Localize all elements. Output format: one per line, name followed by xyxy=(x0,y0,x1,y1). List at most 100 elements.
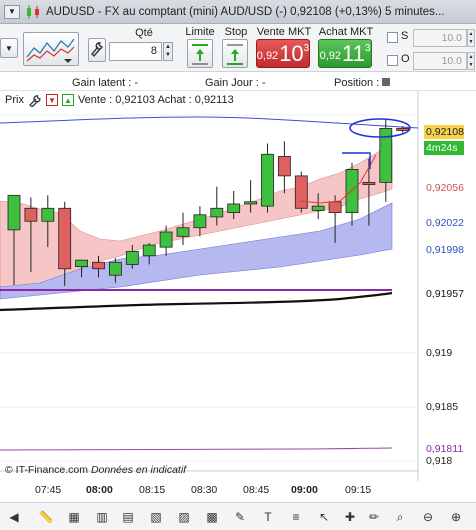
y-tick-1: 0,9185 xyxy=(426,401,459,413)
candle-body[interactable] xyxy=(176,227,190,237)
candle-body[interactable] xyxy=(92,261,105,270)
window-menu-button[interactable]: ▼ xyxy=(4,4,20,19)
draw-tool-icon[interactable]: ✎ xyxy=(232,509,248,525)
title-bar: ▼ AUDUSD - FX au comptant (mini) AUD/USD… xyxy=(0,0,476,24)
area-style-icon[interactable]: ▨ xyxy=(176,509,192,525)
toolbar-dropdown-button[interactable]: ▼ xyxy=(0,38,18,58)
candle-body[interactable] xyxy=(396,127,410,131)
wrench-icon xyxy=(91,42,103,58)
current-price-label: 0,92108 xyxy=(424,125,464,139)
brand-text: © IT-Finance.com xyxy=(5,464,89,476)
candle-body[interactable] xyxy=(125,251,139,265)
position: Position : 0 xyxy=(334,77,388,89)
qty-label: Qté xyxy=(135,27,153,39)
limit-order-icon xyxy=(192,44,208,65)
buy-price-pips: 11 xyxy=(342,41,365,66)
gain-latent: Gain latent : - xyxy=(72,77,139,89)
sell-market-button[interactable]: 0,92 10 3 xyxy=(256,39,310,68)
y-tick-2: 0,918 xyxy=(426,455,453,467)
limit-order-button[interactable] xyxy=(187,39,213,68)
lower-envelope-price: 0,91811 xyxy=(426,443,464,455)
cursor-icon[interactable]: ↖ xyxy=(316,509,332,525)
ruler-icon[interactable]: 📏 xyxy=(38,509,54,525)
pencil-icon[interactable]: ✏ xyxy=(366,509,382,525)
x-tick-1: 08:00 xyxy=(86,484,113,496)
candle-body[interactable] xyxy=(7,194,21,231)
candle-body[interactable] xyxy=(345,169,359,214)
candle-style-icon[interactable]: ▥ xyxy=(94,509,110,525)
position-indicator-icon xyxy=(382,78,390,86)
stop-order-icon xyxy=(227,44,243,65)
buy-price-prefix: 0,92 xyxy=(319,50,341,62)
buy-market-button[interactable]: 0,92 11 3 xyxy=(318,39,372,68)
candle-body[interactable] xyxy=(261,153,274,207)
indicative-note: Données en indicatif xyxy=(90,464,187,476)
candle-body[interactable] xyxy=(277,156,291,177)
x-tick-4: 08:45 xyxy=(243,484,270,496)
grid-icon[interactable]: ▦ xyxy=(66,509,82,525)
o-label: O xyxy=(401,53,410,65)
chart-style-icon xyxy=(26,38,75,63)
quantity-input[interactable]: 8 xyxy=(109,42,162,61)
scroll-left-icon[interactable]: ◀ xyxy=(6,509,22,525)
candle-body[interactable] xyxy=(58,207,72,270)
candle-body[interactable] xyxy=(75,259,88,267)
candlestick-icon xyxy=(27,4,39,19)
sell-price-fraction: 3 xyxy=(303,43,310,54)
candle-body[interactable] xyxy=(24,207,38,222)
sell-price-pips: 10 xyxy=(279,41,304,66)
ma-long-price: 0,91957 xyxy=(426,288,464,300)
position-text: Position : 0 xyxy=(334,77,389,89)
crosshair-icon[interactable]: ✚ xyxy=(342,509,358,525)
line-style-icon[interactable]: ▧ xyxy=(148,509,164,525)
candle-body[interactable] xyxy=(362,181,376,185)
objective-checkbox[interactable] xyxy=(387,55,398,66)
candle-body[interactable] xyxy=(328,201,342,214)
candle-body[interactable] xyxy=(311,205,325,211)
candle-body[interactable] xyxy=(193,214,207,229)
candle-body[interactable] xyxy=(227,203,241,213)
sell-price-prefix: 0,92 xyxy=(256,50,279,62)
stop-label: Stop xyxy=(224,26,248,38)
gain-bar: Gain latent : - Gain Jour : - Position :… xyxy=(0,75,476,91)
candle-body[interactable] xyxy=(159,231,173,248)
zoom-fit-icon[interactable]: ⌕ xyxy=(392,509,408,525)
candle-body[interactable] xyxy=(109,261,122,276)
x-tick-2: 08:15 xyxy=(139,484,166,496)
zoom-in-icon[interactable]: ⊕ xyxy=(448,509,464,525)
candle-body[interactable] xyxy=(210,207,224,218)
x-tick-0: 07:45 xyxy=(35,484,62,496)
chart-area[interactable]: Prix ▼ ▲ Vente : 0,92103 Achat : 0,92113 xyxy=(0,91,476,530)
settings-wrench-button[interactable] xyxy=(88,38,106,62)
fibonacci-icon[interactable]: ≡ xyxy=(288,509,304,525)
chart-style-button[interactable] xyxy=(23,32,79,66)
candle-timer: 4m24s xyxy=(424,141,464,155)
indicator-icon[interactable]: ▩ xyxy=(204,509,220,525)
candle-body[interactable] xyxy=(142,244,156,257)
candle-body[interactable] xyxy=(41,207,55,222)
text-tool-icon[interactable]: T xyxy=(260,509,276,525)
stop-order-button[interactable] xyxy=(222,39,248,68)
band-low-price: 0,91998 xyxy=(426,244,464,256)
limit-label: Limite xyxy=(185,26,215,38)
candle-body[interactable] xyxy=(244,201,258,205)
bar-style-icon[interactable]: ▤ xyxy=(120,509,136,525)
stop-distance-stepper[interactable]: ▲ ▼ xyxy=(467,29,475,47)
lower-envelope-line xyxy=(0,447,393,451)
x-tick-6: 09:15 xyxy=(345,484,372,496)
buy-price-fraction: 3 xyxy=(364,43,371,54)
buy-mkt-label: Achat MKT xyxy=(318,26,374,38)
zoom-out-icon[interactable]: ⊖ xyxy=(420,509,436,525)
objective-distance-stepper[interactable]: ▲ ▼ xyxy=(467,52,475,70)
quantity-stepper[interactable]: ▲ ▼ xyxy=(163,42,173,61)
x-tick-5: 09:00 xyxy=(291,484,318,496)
price-chart[interactable] xyxy=(0,91,476,502)
ma-black-line xyxy=(0,291,393,312)
y-tick-0: 0,919 xyxy=(426,347,453,359)
stop-checkbox[interactable] xyxy=(387,32,398,43)
stop-distance-input[interactable]: 10.0 xyxy=(413,29,467,47)
bottom-toolbar: ◀ 📏 ▦ ▥ ▤ ▧ ▨ ▩ ✎ T ≡ ↖ ✚ ✏ ⌕ ⊖ ⊕ xyxy=(0,502,476,530)
objective-distance-input[interactable]: 10.0 xyxy=(413,52,467,70)
candle-body[interactable] xyxy=(294,175,308,209)
band-mid-price: 0,92022 xyxy=(426,217,464,229)
